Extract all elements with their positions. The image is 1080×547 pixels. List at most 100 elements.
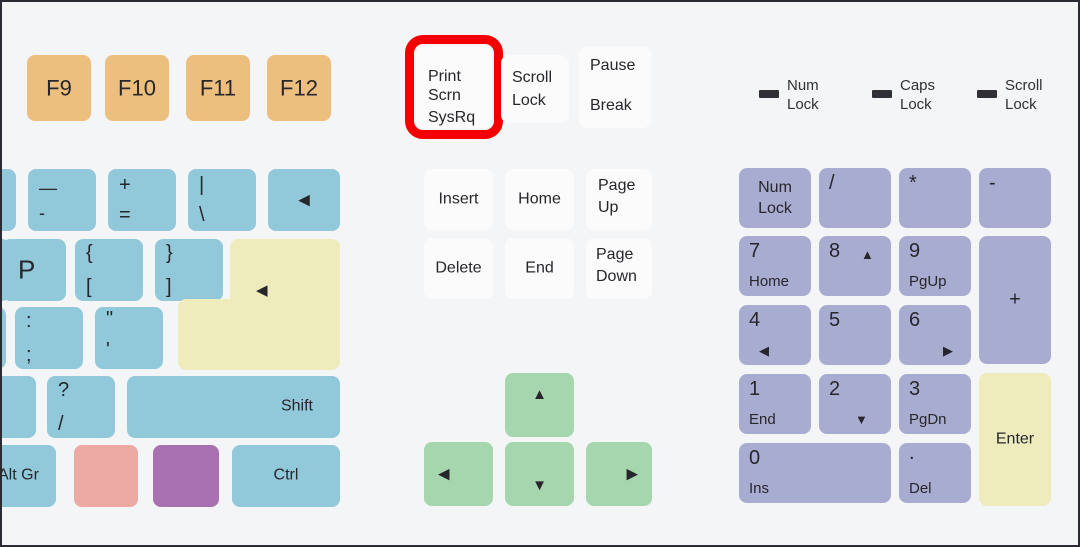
- key-label-secondary: PgDn: [909, 411, 947, 429]
- key-home[interactable]: Home: [505, 169, 574, 230]
- key-f10[interactable]: F10: [105, 55, 169, 121]
- key-numpad-5[interactable]: 5: [819, 305, 891, 365]
- key-arrow-right[interactable]: ▶: [586, 442, 652, 506]
- key-label-primary: 6: [909, 309, 921, 331]
- key-numpad-1[interactable]: 1 End: [739, 374, 811, 434]
- led-indicator-icon: [872, 90, 892, 98]
- key-insert[interactable]: Insert: [424, 169, 493, 230]
- key-enter[interactable]: ◀: [178, 239, 340, 370]
- led-label-line2: Lock: [787, 96, 819, 113]
- key-arrow-down[interactable]: ▼: [505, 442, 574, 506]
- key-zero-partial[interactable]: [2, 169, 16, 231]
- key-label-primary: .: [909, 443, 915, 464]
- led-scroll-lock: Scroll Lock: [977, 70, 1078, 116]
- key-f12[interactable]: F12: [267, 55, 331, 121]
- key-delete[interactable]: Delete: [424, 238, 493, 299]
- key-label: /: [829, 172, 835, 194]
- key-label: -: [989, 172, 996, 194]
- key-backslash[interactable]: | \: [188, 169, 256, 231]
- key-num-lock[interactable]: Num Lock: [739, 168, 811, 228]
- key-label-secondary: Ins: [749, 480, 770, 498]
- arrow-left-icon: ◀: [298, 191, 310, 209]
- key-numpad-add[interactable]: +: [979, 236, 1051, 364]
- key-label: *: [909, 172, 917, 194]
- key-label: Insert: [438, 190, 479, 208]
- key-label-secondary: PgUp: [909, 273, 947, 291]
- key-label: F9: [46, 75, 72, 101]
- key-equals[interactable]: + =: [108, 169, 176, 231]
- key-semicolon[interactable]: : ;: [15, 307, 83, 369]
- key-quote[interactable]: " ': [95, 307, 163, 369]
- key-label-bottom: =: [119, 204, 131, 226]
- key-label-top: |: [199, 174, 205, 196]
- key-arrow-up[interactable]: ▲: [505, 373, 574, 437]
- key-label-secondary: Home: [749, 273, 790, 291]
- led-num-lock: Num Lock: [759, 70, 869, 116]
- key-label-top: {: [86, 242, 93, 264]
- key-label-top: —: [39, 178, 57, 198]
- key-numpad-multiply[interactable]: *: [899, 168, 971, 228]
- key-label-bottom: -: [39, 203, 45, 224]
- key-numpad-divide[interactable]: /: [819, 168, 891, 228]
- key-page-down[interactable]: Page Down: [586, 238, 652, 299]
- key-numpad-3[interactable]: 3 PgDn: [899, 374, 971, 434]
- key-label-primary: 7: [749, 240, 761, 262]
- key-numpad-subtract[interactable]: -: [979, 168, 1051, 228]
- key-numpad-2[interactable]: 2 ▼: [819, 374, 891, 434]
- key-page-up[interactable]: Page Up: [586, 169, 652, 230]
- key-label: Shift: [280, 397, 313, 415]
- key-f9[interactable]: F9: [27, 55, 91, 121]
- key-numpad-6[interactable]: 6 ▶: [899, 305, 971, 365]
- key-numpad-decimal[interactable]: . Del: [899, 443, 971, 503]
- key-label-primary: 8: [829, 240, 841, 262]
- arrow-down-icon: ▼: [855, 412, 868, 427]
- led-label-line2: Lock: [1005, 96, 1037, 113]
- key-label-secondary: Del: [909, 480, 932, 498]
- key-label: End: [525, 259, 554, 277]
- key-label: Ctrl: [273, 466, 299, 484]
- key-right-shift[interactable]: Shift: [127, 376, 340, 438]
- key-label-line1: Num: [758, 179, 792, 196]
- key-numpad-7[interactable]: 7 Home: [739, 236, 811, 296]
- key-numpad-4[interactable]: 4 ◀: [739, 305, 811, 365]
- key-label-line3: SysRq: [428, 109, 476, 126]
- key-bracket-left[interactable]: { [: [75, 239, 143, 301]
- key-alt-gr[interactable]: Alt Gr: [2, 445, 56, 507]
- key-label: F10: [118, 75, 156, 101]
- key-numpad-8[interactable]: 8 ▲: [819, 236, 891, 296]
- keyboard-diagram: F9 F10 F11 F12 Print Scrn SysRq Scroll L…: [0, 0, 1080, 547]
- key-label-line2: Scrn: [428, 87, 461, 104]
- key-minus[interactable]: — -: [28, 169, 96, 231]
- key-numpad-enter[interactable]: Enter: [979, 373, 1051, 506]
- key-label-line2: Lock: [512, 92, 546, 109]
- key-l-partial[interactable]: [2, 307, 6, 369]
- key-violet-modifier[interactable]: [153, 445, 219, 507]
- key-period-partial[interactable]: [2, 376, 36, 438]
- key-label-bottom: ': [106, 339, 110, 361]
- key-print-screen[interactable]: Print Scrn SysRq: [416, 46, 492, 128]
- key-numpad-9[interactable]: 9 PgUp: [899, 236, 971, 296]
- key-label-line1: Scroll: [512, 69, 553, 86]
- key-label-bottom: [: [86, 276, 92, 298]
- key-end[interactable]: End: [505, 238, 574, 299]
- key-f11[interactable]: F11: [186, 55, 250, 121]
- key-label: +: [1009, 288, 1021, 311]
- key-pink-modifier[interactable]: [74, 445, 138, 507]
- led-indicator-icon: [759, 90, 779, 98]
- key-label-bottom: \: [199, 204, 205, 226]
- key-label-line1: Print: [428, 68, 461, 85]
- key-label-line2: Down: [596, 268, 637, 285]
- key-slash[interactable]: ? /: [47, 376, 115, 438]
- arrow-left-icon: ◀: [759, 343, 769, 358]
- key-p[interactable]: P: [2, 239, 66, 301]
- arrow-right-icon: ▶: [943, 343, 953, 358]
- key-right-ctrl[interactable]: Ctrl: [232, 445, 340, 507]
- key-scroll-lock[interactable]: Scroll Lock: [501, 55, 569, 123]
- key-label-bottom: ;: [26, 344, 32, 366]
- key-backspace[interactable]: ◀: [268, 169, 340, 231]
- key-numpad-0[interactable]: 0 Ins: [739, 443, 891, 503]
- key-label-bottom: ]: [166, 276, 172, 298]
- led-caps-lock: Caps Lock: [872, 70, 982, 116]
- key-arrow-left[interactable]: ◀: [424, 442, 493, 506]
- key-pause-break[interactable]: Pause Break: [579, 46, 651, 128]
